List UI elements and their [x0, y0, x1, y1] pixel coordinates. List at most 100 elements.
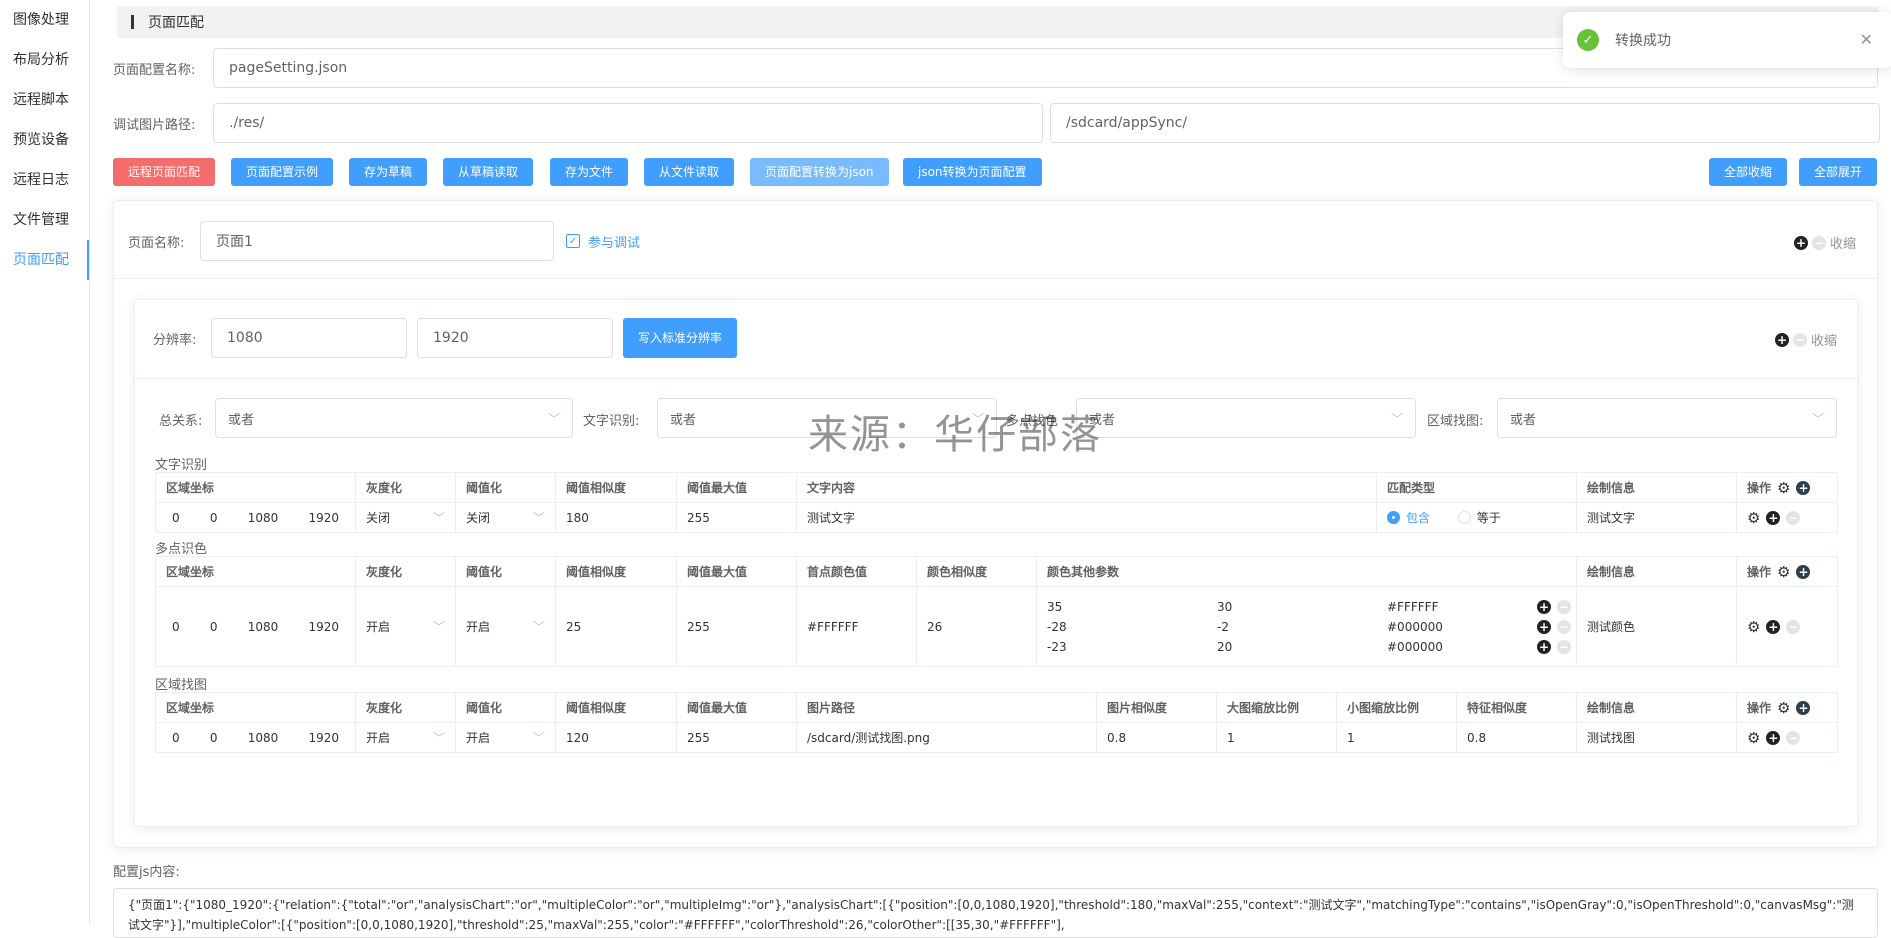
save-draft-button[interactable]: 存为草稿 [349, 158, 428, 186]
json-to-config-button[interactable]: json转换为页面配置 [903, 158, 1042, 186]
color-relation-select[interactable]: 或者 ﹀ [1076, 398, 1416, 438]
gear-icon[interactable]: ⚙ [1747, 618, 1760, 636]
add-icon[interactable]: + [1766, 510, 1781, 525]
total-relation-select[interactable]: 或者 ﹀ [215, 398, 573, 438]
match-contains-radio[interactable]: 包含 [1387, 509, 1430, 526]
add-icon[interactable]: + [1537, 639, 1551, 654]
other-color[interactable]: #FFFFFF [1387, 600, 1537, 614]
expand-all-button[interactable]: 全部展开 [1799, 158, 1878, 186]
sidebar-item-remote-script[interactable]: 远程脚本 [0, 80, 89, 120]
sidebar-item-file-management[interactable]: 文件管理 [0, 200, 89, 240]
remote-page-match-button[interactable]: 远程页面匹配 [113, 158, 216, 186]
similarity-input[interactable]: 180 [555, 502, 677, 533]
coords-cell[interactable]: 0 0 1080 1920 [155, 502, 356, 533]
add-icon[interactable]: + [1775, 332, 1789, 347]
remove-icon[interactable]: − [1786, 730, 1801, 745]
gray-value: 开启 [366, 731, 391, 745]
max-input[interactable]: 255 [676, 586, 797, 667]
add-icon[interactable]: + [1796, 480, 1811, 495]
remove-icon[interactable]: − [1557, 619, 1571, 634]
gear-icon[interactable]: ⚙ [1747, 729, 1760, 747]
add-icon[interactable]: + [1796, 564, 1811, 579]
similarity-input[interactable]: 120 [555, 722, 677, 753]
other-dx[interactable]: -28 [1047, 620, 1217, 634]
big-scale-input[interactable]: 1 [1216, 722, 1337, 753]
add-icon[interactable]: + [1766, 619, 1781, 634]
other-dy[interactable]: -2 [1217, 620, 1387, 634]
coords-cell[interactable]: 0 0 1080 1920 [155, 586, 356, 667]
similarity-input[interactable]: 25 [555, 586, 677, 667]
image-path-input[interactable]: /sdcard/测试找图.png [796, 722, 1097, 753]
first-color-input[interactable]: #FFFFFF [796, 586, 917, 667]
add-icon[interactable]: + [1766, 730, 1781, 745]
color-similarity-input[interactable]: 26 [916, 586, 1037, 667]
gray-select[interactable]: 开启 ﹀ [355, 722, 456, 753]
max-input[interactable]: 255 [676, 722, 797, 753]
sidebar-item-preview-device[interactable]: 预览设备 [0, 120, 89, 160]
feature-similarity-input[interactable]: 0.8 [1456, 722, 1577, 753]
remove-icon[interactable]: − [1557, 599, 1571, 614]
save-file-button[interactable]: 存为文件 [550, 158, 629, 186]
gear-icon[interactable]: ⚙ [1777, 563, 1790, 581]
gear-icon[interactable]: ⚙ [1777, 699, 1790, 717]
add-icon[interactable]: + [1537, 599, 1551, 614]
other-dy[interactable]: 20 [1217, 640, 1387, 654]
draw-info-input[interactable]: 测试文字 [1576, 502, 1737, 533]
remove-icon[interactable]: − [1786, 619, 1801, 634]
resolution-collapse-link[interactable]: 收缩 [1811, 330, 1837, 349]
remove-icon[interactable]: − [1793, 332, 1807, 347]
device-path-input[interactable]: /sdcard/appSync/ [1050, 103, 1880, 143]
draw-info-input[interactable]: 测试颜色 [1576, 586, 1737, 667]
add-icon[interactable]: + [1537, 619, 1551, 634]
text-relation-select[interactable]: 或者 ﹀ [657, 398, 997, 438]
gear-icon[interactable]: ⚙ [1747, 509, 1760, 527]
threshold-select[interactable]: 关闭 ﹀ [455, 502, 556, 533]
region-relation-select[interactable]: 或者 ﹀ [1497, 398, 1837, 438]
column-header: 阈值相似度 [555, 472, 677, 503]
column-header: 阈值相似度 [555, 556, 677, 587]
sidebar-item-layout-analysis[interactable]: 布局分析 [0, 40, 89, 80]
remove-icon[interactable]: − [1786, 510, 1801, 525]
resolution-height-input[interactable]: 1920 [417, 318, 613, 358]
threshold-select[interactable]: 开启 ﹀ [455, 586, 556, 667]
resolution-width-input[interactable]: 1080 [211, 318, 407, 358]
gear-icon[interactable]: ⚙ [1777, 479, 1790, 497]
column-header: 小图缩放比例 [1336, 692, 1457, 723]
coords-cell[interactable]: 0 0 1080 1920 [155, 722, 356, 753]
close-icon[interactable]: ✕ [1860, 30, 1873, 49]
page-collapse-link[interactable]: 收缩 [1830, 233, 1856, 252]
config-to-json-button[interactable]: 页面配置转换为json [750, 158, 889, 186]
sidebar-item-image-processing[interactable]: 图像处理 [0, 0, 89, 40]
add-icon[interactable]: + [1796, 700, 1811, 715]
remove-icon[interactable]: − [1557, 639, 1571, 654]
gray-select[interactable]: 开启 ﹀ [355, 586, 456, 667]
small-scale-input[interactable]: 1 [1336, 722, 1457, 753]
add-icon[interactable]: + [1794, 235, 1808, 250]
other-color[interactable]: #000000 [1387, 620, 1537, 634]
sidebar-item-remote-log[interactable]: 远程日志 [0, 160, 89, 200]
draw-info-input[interactable]: 测试找图 [1576, 722, 1737, 753]
threshold-select[interactable]: 开启 ﹀ [455, 722, 556, 753]
collapse-all-button[interactable]: 全部收缩 [1709, 158, 1788, 186]
gray-select[interactable]: 关闭 ﹀ [355, 502, 456, 533]
debug-checkbox[interactable]: ✓ 参与调试 [566, 232, 640, 251]
ops-label: 操作 [1747, 701, 1772, 715]
page-config-example-button[interactable]: 页面配置示例 [231, 158, 334, 186]
sidebar-item-page-match[interactable]: 页面匹配 [0, 240, 89, 280]
write-resolution-button[interactable]: 写入标准分辨率 [623, 318, 738, 358]
image-similarity-input[interactable]: 0.8 [1096, 722, 1217, 753]
other-color[interactable]: #000000 [1387, 640, 1537, 654]
other-dx[interactable]: 35 [1047, 600, 1217, 614]
page-name-input[interactable]: 页面1 [200, 221, 554, 261]
js-content-textarea[interactable]: {"页面1":{"1080_1920":{"relation":{"total"… [113, 888, 1878, 938]
column-header: 灰度化 [355, 692, 456, 723]
other-dy[interactable]: 30 [1217, 600, 1387, 614]
read-file-button[interactable]: 从文件读取 [644, 158, 735, 186]
read-draft-button[interactable]: 从草稿读取 [443, 158, 534, 186]
match-equals-radio[interactable]: 等于 [1457, 509, 1501, 526]
remove-icon[interactable]: − [1812, 235, 1826, 250]
text-content-input[interactable]: 测试文字 [796, 502, 1377, 533]
max-input[interactable]: 255 [676, 502, 797, 533]
other-dx[interactable]: -23 [1047, 640, 1217, 654]
local-path-input[interactable]: ./res/ [213, 103, 1043, 143]
